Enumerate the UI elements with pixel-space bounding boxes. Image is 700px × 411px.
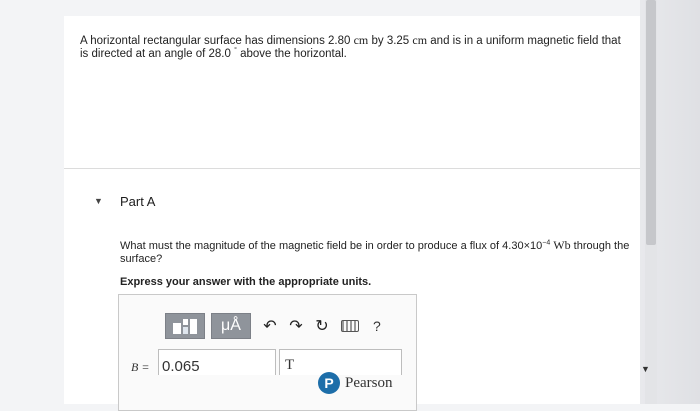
answer-value-input[interactable] <box>158 349 276 375</box>
keyboard-icon[interactable] <box>341 320 359 332</box>
instruction-text: Express your answer with the appropriate… <box>120 276 372 288</box>
unit-cm: cm <box>353 33 369 47</box>
part-title[interactable]: Part A <box>120 194 155 209</box>
exponent: −4 <box>542 239 551 247</box>
answer-toolbar: μÅ ↶ ↷ ↻ ? <box>165 313 381 339</box>
pearson-logo-icon: P <box>318 372 340 394</box>
templates-icon <box>173 319 197 334</box>
scrollbar-thumb[interactable] <box>646 0 656 245</box>
question-text-part: What must the magnitude of the magnetic … <box>120 240 543 252</box>
scroll-down-icon[interactable]: ▼ <box>641 364 650 374</box>
pearson-name: Pearson <box>345 374 393 391</box>
redo-icon[interactable]: ↷ <box>283 316 309 336</box>
undo-icon[interactable]: ↶ <box>257 316 283 336</box>
section-divider <box>64 168 640 169</box>
question-text: What must the magnitude of the magnetic … <box>120 239 640 266</box>
collapse-caret-icon[interactable]: ▼ <box>94 196 103 206</box>
unit-wb: Wb <box>553 238 571 252</box>
problem-statement: A horizontal rectangular surface has dim… <box>80 34 628 61</box>
templates-button[interactable] <box>165 313 205 339</box>
problem-text-part: by 3.25 <box>368 35 413 47</box>
problem-text-part: A horizontal rectangular surface has dim… <box>80 35 354 47</box>
help-icon[interactable]: ? <box>373 318 381 334</box>
problem-text-part: above the horizontal. <box>236 48 347 60</box>
units-button[interactable]: μÅ <box>211 313 251 339</box>
pearson-brand: P Pearson <box>318 372 393 394</box>
unit-cm: cm <box>412 33 428 47</box>
answer-variable-label: B = <box>131 360 150 374</box>
reset-icon[interactable]: ↻ <box>309 316 335 336</box>
